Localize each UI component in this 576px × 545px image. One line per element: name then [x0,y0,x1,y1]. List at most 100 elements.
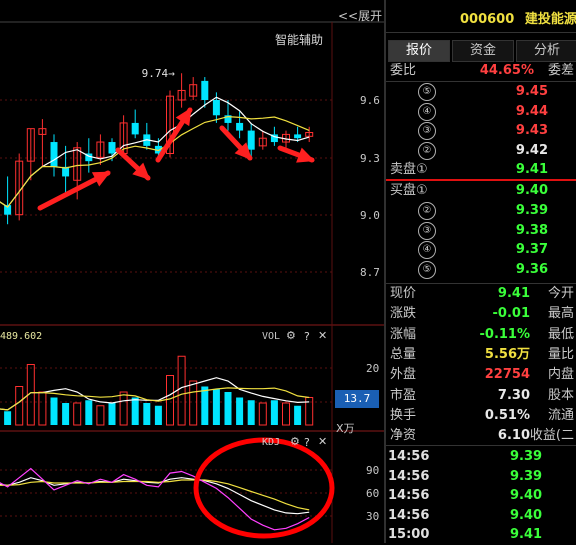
stat-label: 总量 [390,346,417,362]
stat-label-2: 今开 [547,286,574,301]
tick-row: 14:56 9.40 [386,506,576,526]
volume-bar [108,403,116,425]
ratio-value: 44.65% [479,63,534,78]
tick-price: 9.40 [510,488,543,503]
sell-row: ② 9.42 [386,141,576,161]
stat-label: 净资 [390,428,417,444]
candle-body [236,122,244,131]
volume-bar [294,405,302,425]
stat-row: 净资 6.10 收益(二 [386,426,576,446]
volume-pane-label: VOL [262,331,281,342]
high-price-marker: 9.74→ [142,67,175,80]
smart-assist-button[interactable]: 智能辅助 [275,31,323,48]
candle-body [108,142,116,154]
stat-label: 市盈 [390,387,417,403]
candle-body [294,134,302,139]
sell-row: ③ 9.43 [386,121,576,141]
tab-quote[interactable]: 报价 [388,40,450,62]
tick-price: 9.39 [510,449,543,464]
ma5-line [0,96,310,208]
buy-price: 9.37 [515,242,548,258]
stat-value: 7.30 [497,387,530,403]
stat-row: 涨幅 -0.11% 最低 [386,325,576,345]
sell-level: ② [418,141,436,160]
help-icon[interactable]: ? [304,436,310,449]
tick-time: 14:56 [388,507,430,523]
tab-analysis[interactable]: 分析 [516,40,576,62]
tick-row: 14:56 9.40 [386,486,576,506]
sell-price: 9.45 [515,84,548,99]
stat-value: 6.10 [497,428,530,444]
tick-row: 15:00 9.41 [386,525,576,545]
kdj-pane-label: KDJ [262,437,281,448]
volume-bar [73,402,82,426]
stat-label-2: 流通 [547,407,574,423]
tick-row: 14:56 9.39 [386,447,576,467]
diff-label: 委差 [547,63,574,78]
sell-level: 卖盘① [390,162,428,177]
expand-button[interactable]: <<展开 [338,7,382,24]
stat-label-2: 收益(二 [529,428,574,444]
volume-bar [154,405,162,425]
stat-label: 涨幅 [390,326,417,342]
stat-label-2: 最低 [547,326,574,342]
stat-row: 现价 9.41 今开 [386,284,576,304]
close-icon[interactable]: ✕ [318,329,327,342]
volume-bar [166,375,174,426]
stat-value: -0.11% [479,326,531,342]
price-axis-label: 9.3 [360,152,380,165]
stat-row: 涨跌 -0.01 最高 [386,304,576,324]
stat-row: 外盘 22754 内盘 [386,365,576,385]
tick-time: 14:56 [388,449,430,464]
volume-bar [177,355,186,426]
volume-bar [247,400,255,425]
volume-indicator-value: 489.602 [0,331,43,342]
candle-body [201,80,209,100]
volume-bar [15,386,24,426]
volume-bar [85,400,93,425]
volume-bar [131,397,139,425]
candle-body [212,100,220,116]
stat-label: 现价 [390,286,417,301]
stat-value: 0.51% [484,407,530,423]
stat-row: 换手 0.51% 流通 [386,406,576,426]
quote-panel: 000600 建投能源 报价 资金 分析 委比 44.65% 委差 ⑤ 9.45 ④… [386,0,576,543]
sell-price: 9.42 [515,142,548,158]
stat-value: 9.41 [497,286,530,301]
buy-row: ④ 9.37 [386,240,576,260]
kdj-axis-label: 30 [366,510,380,523]
stock-code: 000600 [460,12,515,27]
ratio-row: 委比 44.65% 委差 [386,61,576,81]
close-icon[interactable]: ✕ [318,435,327,448]
buy-row: 买盘① 9.40 [386,181,576,201]
kdj-axis-label: 60 [366,487,380,500]
stat-row: 总量 5.56万 量比 [386,345,576,365]
stock-title: 000600 建投能源 [460,8,576,27]
stock-name: 建投能源 [524,12,576,27]
volume-bar [258,402,267,426]
buy-price: 9.36 [515,262,548,278]
volume-unit-label: X万 [336,422,355,435]
volume-bar [38,391,47,426]
kdj-j-line [0,467,310,531]
tab-funds[interactable]: 资金 [452,40,514,62]
gear-icon[interactable]: ⚙ [286,329,296,342]
buy-price: 9.38 [515,222,548,238]
help-icon[interactable]: ? [304,330,310,343]
sell-row: 卖盘① 9.41 [386,160,576,180]
volume-bar [282,402,290,426]
buy-level: 买盘① [390,183,428,198]
stat-label-2: 量比 [547,346,574,362]
kline-chart-svg[interactable]: 9.74→ [0,0,384,543]
kline-chart-area[interactable]: 9.74→ <<展开 智能辅助 9.6 9.3 9.0 8.7 489.602 … [0,0,384,543]
stat-row: 市盈 7.30 股本 [386,386,576,406]
gear-icon[interactable]: ⚙ [290,435,300,448]
sell-level: ③ [418,122,436,140]
tick-time: 14:56 [388,488,430,503]
volume-bar [143,403,151,425]
volume-bar [212,389,220,425]
volume-bar [270,400,278,425]
buy-level: ④ [418,241,436,260]
stat-value: -0.01 [492,306,530,322]
price-axis-label: 9.6 [360,94,380,107]
